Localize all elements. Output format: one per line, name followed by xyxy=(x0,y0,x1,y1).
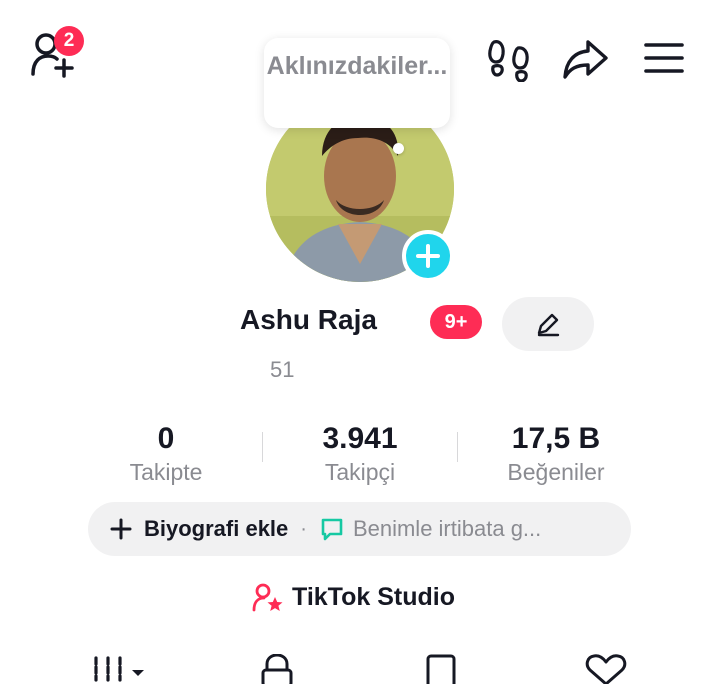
plus-icon xyxy=(416,244,440,268)
creator-star-icon xyxy=(252,583,283,612)
followers-label: Takipçi xyxy=(324,459,396,485)
following-count: 0 xyxy=(157,422,175,455)
following-label: Takipte xyxy=(129,459,203,485)
bio-separator: · xyxy=(300,517,307,540)
following-stat[interactable]: 0 Takipte xyxy=(96,420,236,486)
profile-handle: 51 xyxy=(270,357,295,382)
notification-badge[interactable]: 9+ xyxy=(430,305,482,339)
add-story-button[interactable] xyxy=(402,230,454,282)
stat-divider xyxy=(457,432,458,462)
share-icon xyxy=(563,40,608,79)
followers-count: 3.941 xyxy=(322,422,398,455)
add-friend-button[interactable]: 2 xyxy=(30,26,90,86)
footprint-icon xyxy=(488,40,529,82)
plus-icon xyxy=(110,518,132,540)
add-bio-label: Biyografi ekle xyxy=(144,516,289,541)
profile-username: Ashu Raja xyxy=(240,304,377,335)
pencil-icon xyxy=(537,313,560,337)
friend-request-badge: 2 xyxy=(54,26,84,56)
tiktok-studio-button[interactable]: TikTok Studio xyxy=(252,582,455,612)
share-profile-button[interactable] xyxy=(562,38,610,80)
profile-views-button[interactable] xyxy=(486,38,534,82)
likes-count: 17,5 B xyxy=(511,422,601,455)
menu-button[interactable] xyxy=(644,42,684,74)
contact-me-label: Benimle irtibata g... xyxy=(352,516,542,541)
menu-icon xyxy=(644,43,684,73)
likes-stat[interactable]: 17,5 B Beğeniler xyxy=(486,420,626,486)
likes-label: Beğeniler xyxy=(507,459,605,485)
stat-divider xyxy=(262,432,263,462)
contact-me-button[interactable]: Benimle irtibata g... xyxy=(319,516,541,542)
note-bubble[interactable]: Aklınızdakiler... xyxy=(264,38,450,128)
note-bubble-tail xyxy=(393,143,404,154)
add-bio-button[interactable]: Biyografi ekle xyxy=(110,516,288,542)
bio-pill: Biyografi ekle · Benimle irtibata g... xyxy=(88,502,631,556)
tiktok-studio-label: TikTok Studio xyxy=(292,582,455,611)
edit-profile-button[interactable] xyxy=(502,297,594,351)
followers-stat[interactable]: 3.941 Takipçi xyxy=(290,420,430,486)
chat-bubble-icon xyxy=(321,518,343,541)
